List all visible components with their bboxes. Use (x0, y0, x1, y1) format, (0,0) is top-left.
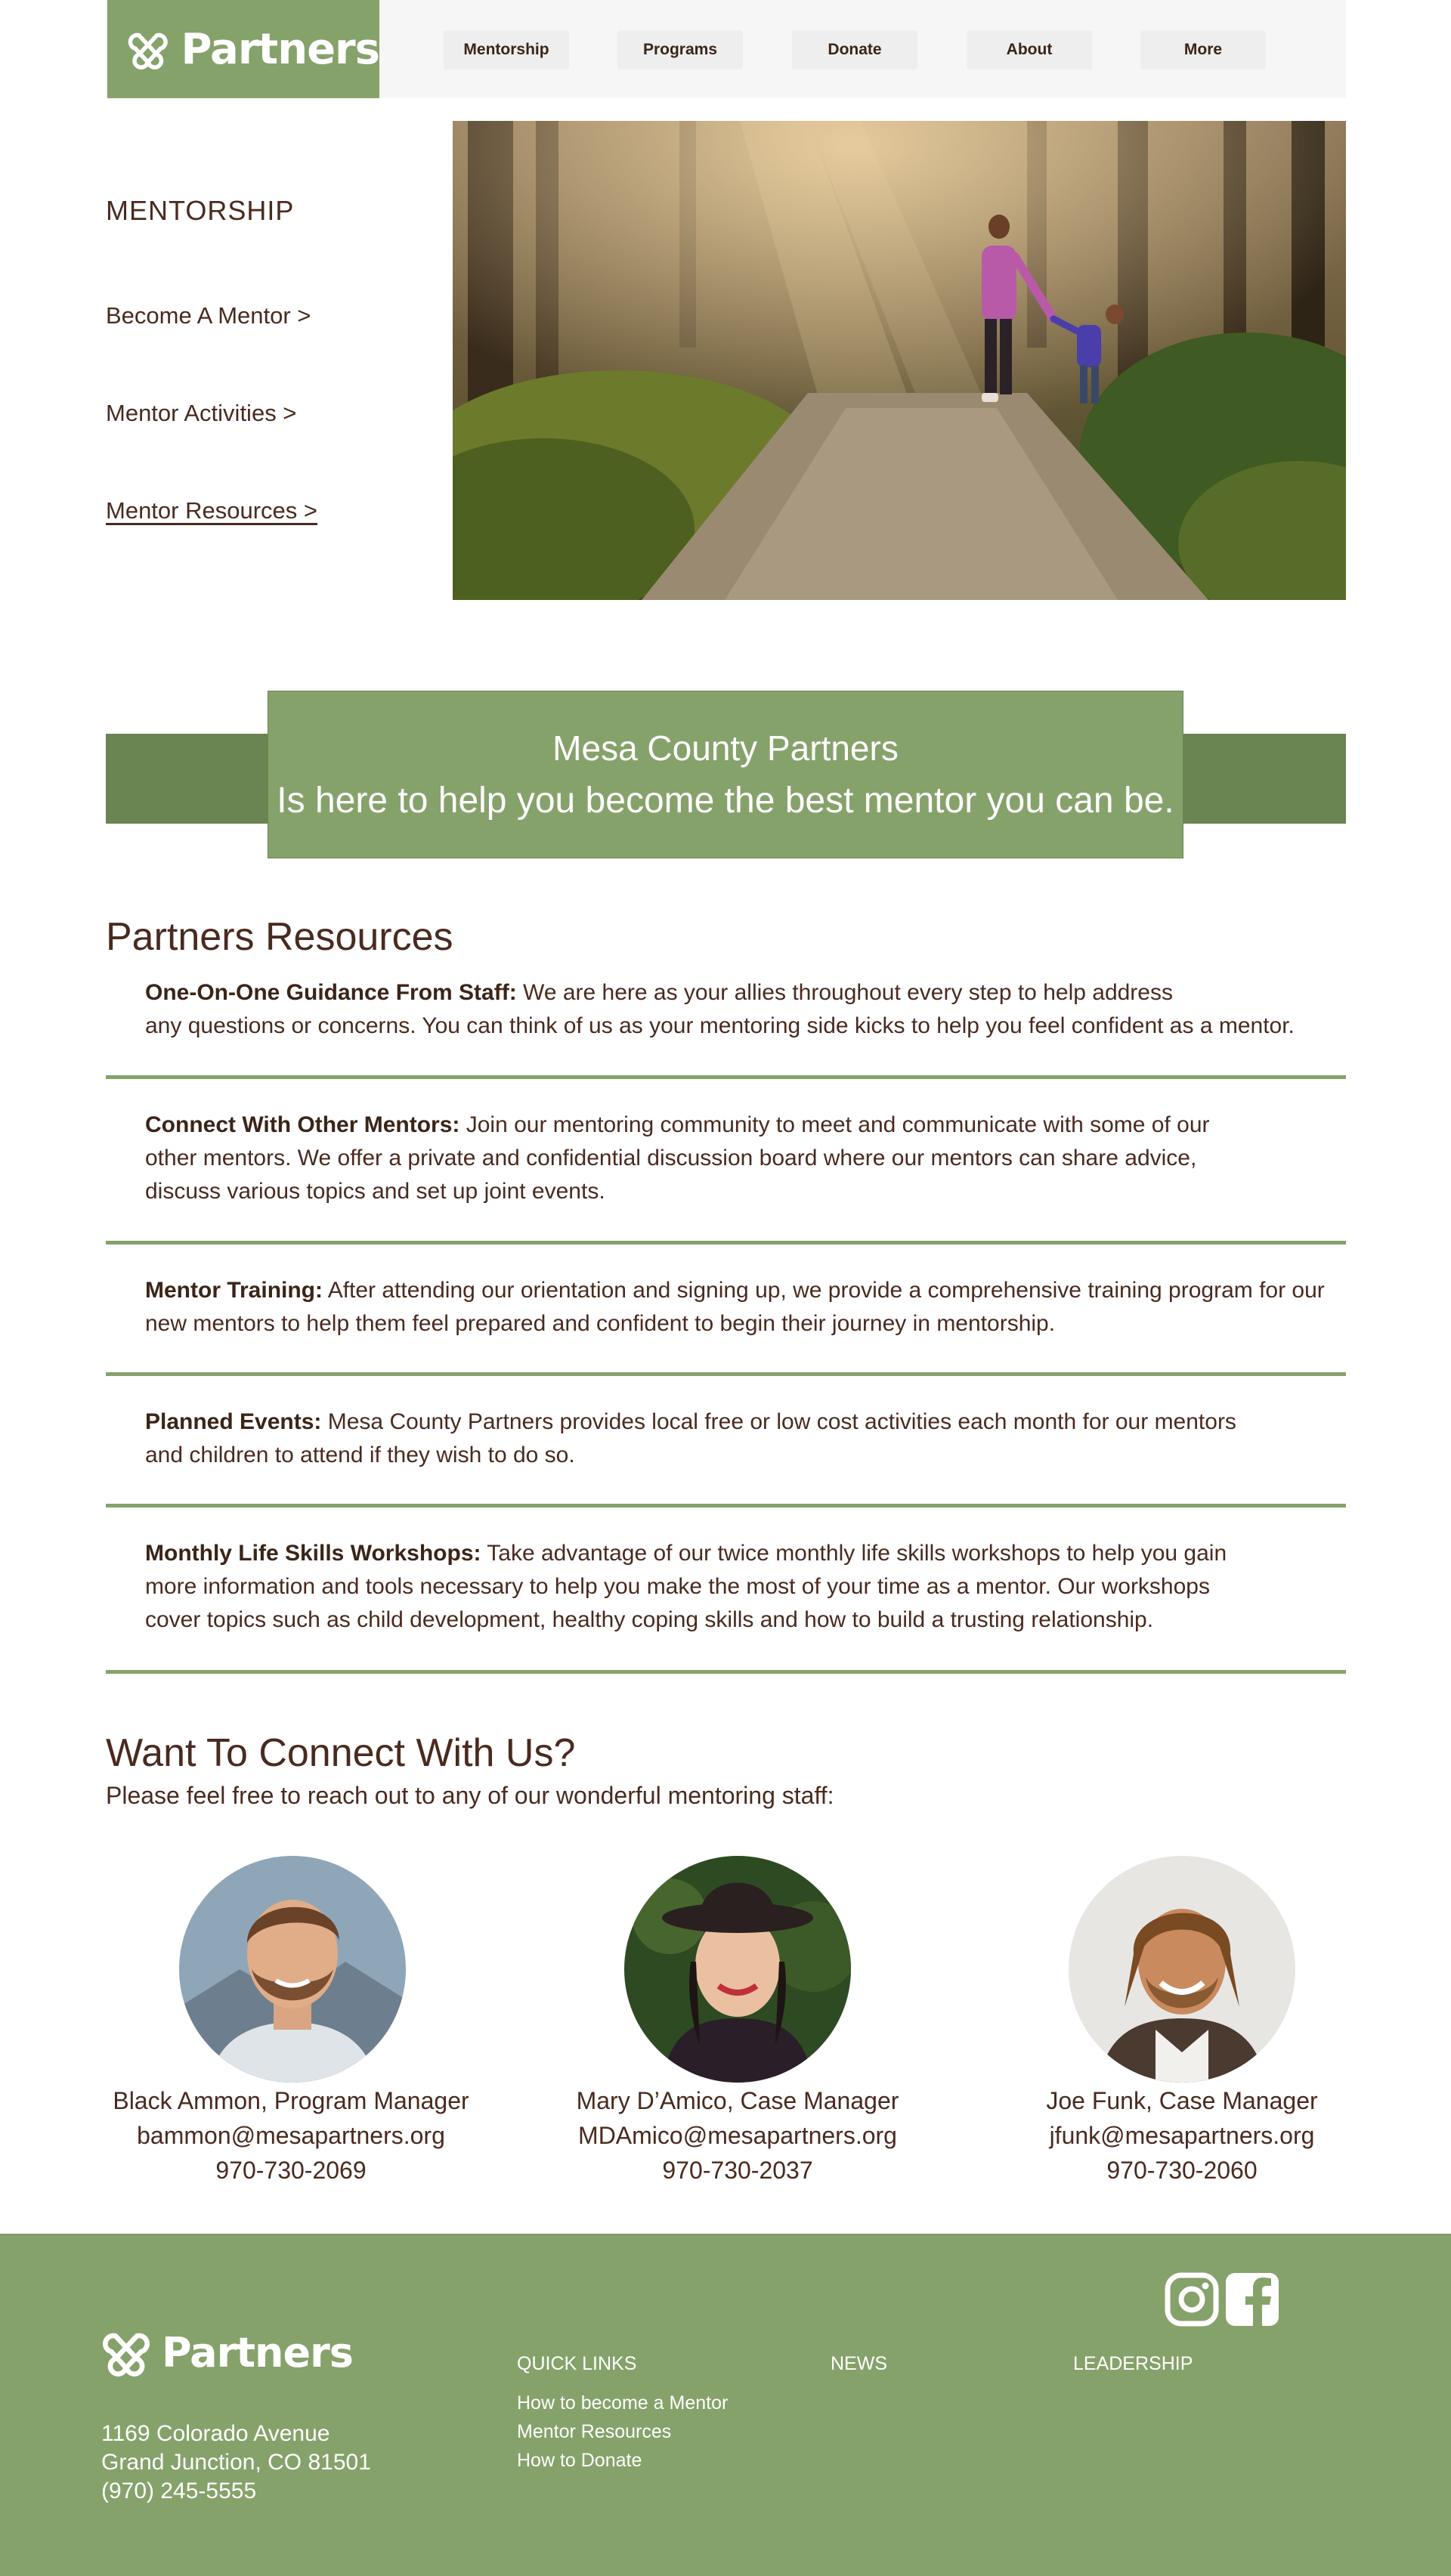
resource-item: Monthly Life Skills Workshops: Take adva… (145, 1537, 1354, 1637)
instagram-icon[interactable] (1164, 2271, 1220, 2327)
resource-text: any questions or concerns. You can think… (145, 1013, 1295, 1038)
staff-avatar (1069, 1856, 1295, 2083)
staff-card: Mary D’Amico, Case Manager MDAmico@mesap… (511, 2083, 964, 2188)
resource-heading: Monthly Life Skills Workshops: (145, 1541, 481, 1566)
staff-phone[interactable]: 970-730-2069 (64, 2153, 518, 2188)
resource-text: Take advantage of our twice monthly life… (487, 1541, 1227, 1566)
sidebar-heading: MENTORSHIP (106, 195, 295, 226)
resource-text: Join our mentoring community to meet and… (466, 1112, 1210, 1137)
footer-news-link[interactable]: NEWS (831, 2353, 887, 2375)
divider (106, 1241, 1346, 1245)
resource-text: other mentors. We offer a private and co… (145, 1146, 1197, 1170)
banner-title: Mesa County Partners (552, 728, 899, 768)
mission-banner: Mesa County Partners Is here to help you… (268, 691, 1183, 858)
nav-about[interactable]: About (967, 30, 1092, 70)
hero-forest-photo (453, 121, 1346, 600)
connect-subtitle: Please feel free to reach out to any of … (106, 1782, 834, 1809)
footer-address-line2: Grand Junction, CO 81501 (101, 2450, 371, 2475)
nav-programs[interactable]: Programs (617, 30, 743, 70)
footer-link-mentor-resources[interactable]: Mentor Resources (517, 2421, 671, 2443)
footer-phone[interactable]: (970) 245-5555 (101, 2479, 256, 2504)
partners-logo-icon (128, 32, 168, 70)
forest-path-illustration (453, 121, 1346, 600)
sidebar-link-mentor-activities[interactable]: Mentor Activities > (106, 400, 296, 427)
person-photo-icon (179, 1856, 406, 2083)
resource-item: Mentor Training: After attending our ori… (145, 1274, 1354, 1341)
staff-card: Joe Funk, Case Manager jfunk@mesapartner… (955, 2083, 1409, 2188)
footer-leadership-link[interactable]: LEADERSHIP (1073, 2353, 1193, 2375)
resource-item: Planned Events: Mesa County Partners pro… (145, 1406, 1354, 1472)
footer-link-become-mentor[interactable]: How to become a Mentor (517, 2392, 728, 2414)
resource-text: Mesa County Partners provides local free… (327, 1409, 1236, 1434)
resource-text: We are here as your allies throughout ev… (523, 980, 1173, 1005)
resource-text: new mentors to help them feel prepared a… (145, 1311, 1056, 1336)
staff-name: Black Ammon, Program Manager (113, 2087, 469, 2114)
resource-item: Connect With Other Mentors: Join our men… (145, 1109, 1354, 1208)
staff-email[interactable]: jfunk@mesapartners.org (955, 2118, 1409, 2153)
staff-card: Black Ammon, Program Manager bammon@mesa… (64, 2083, 518, 2188)
facebook-icon[interactable] (1224, 2271, 1280, 2327)
staff-email[interactable]: MDAmico@mesapartners.org (511, 2118, 964, 2153)
banner-tagline: Is here to help you become the best ment… (277, 781, 1174, 821)
resource-heading: One-On-One Guidance From Staff: (145, 980, 517, 1005)
resources-title: Partners Resources (106, 915, 453, 959)
footer-quick-links-heading: QUICK LINKS (517, 2353, 637, 2374)
header-logo[interactable]: Partners (107, 0, 380, 98)
staff-avatar (179, 1856, 406, 2083)
person-photo-icon (1069, 1856, 1295, 2083)
resource-text: discuss various topics and set up joint … (145, 1179, 605, 1204)
nav-more[interactable]: More (1140, 30, 1266, 70)
staff-phone[interactable]: 970-730-2037 (511, 2153, 964, 2188)
resource-text: After attending our orientation and sign… (327, 1278, 1325, 1303)
resource-heading: Mentor Training: (145, 1278, 323, 1303)
staff-avatar (624, 1856, 851, 2083)
resource-text: cover topics such as child development, … (145, 1607, 1154, 1632)
divider (106, 1372, 1346, 1376)
resource-text: and children to attend if they wish to d… (145, 1443, 575, 1467)
resource-item: One-On-One Guidance From Staff: We are h… (145, 976, 1354, 1043)
staff-email[interactable]: bammon@mesapartners.org (64, 2118, 518, 2153)
staff-name: Joe Funk, Case Manager (1046, 2087, 1318, 2114)
divider (106, 1670, 1346, 1674)
footer-brand-name: Partners (162, 2328, 354, 2377)
brand-name: Partners (181, 24, 380, 74)
resource-heading: Connect With Other Mentors: (145, 1112, 460, 1137)
nav-donate[interactable]: Donate (792, 30, 917, 70)
divider (106, 1504, 1346, 1508)
divider (106, 1075, 1346, 1079)
resource-heading: Planned Events: (145, 1409, 322, 1434)
staff-name: Mary D’Amico, Case Manager (576, 2087, 899, 2114)
connect-title: Want To Connect With Us? (106, 1731, 576, 1775)
person-photo-icon (624, 1856, 851, 2083)
staff-phone[interactable]: 970-730-2060 (955, 2153, 1409, 2188)
sidebar-link-become-mentor[interactable]: Become A Mentor > (106, 302, 311, 329)
nav-mentorship[interactable]: Mentorship (444, 30, 569, 70)
footer-logo[interactable]: Partners (101, 2327, 354, 2377)
footer-address-line1: 1169 Colorado Avenue (101, 2421, 330, 2446)
footer-link-how-to-donate[interactable]: How to Donate (517, 2450, 642, 2472)
resource-text: more information and tools necessary to … (145, 1574, 1210, 1599)
partners-logo-icon (103, 2333, 150, 2377)
sidebar-link-mentor-resources[interactable]: Mentor Resources > (106, 497, 317, 524)
